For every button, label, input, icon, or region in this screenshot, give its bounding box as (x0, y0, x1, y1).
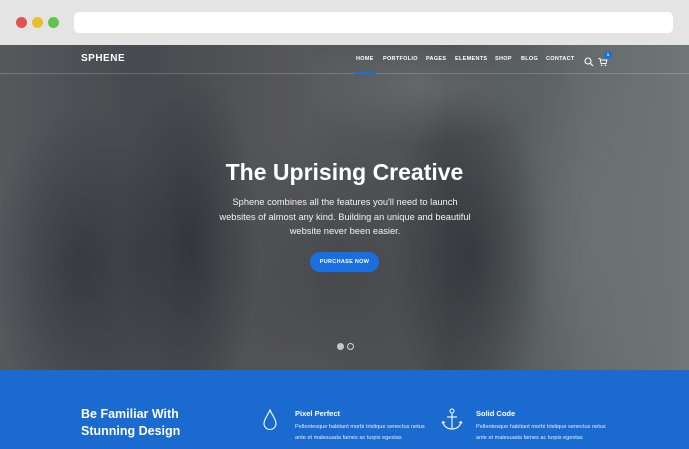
nav-item-portfolio[interactable]: PORTFOLIO (383, 56, 418, 62)
purchase-now-button[interactable]: PURCHASE NOW (310, 252, 379, 272)
feature-text-solid-code: Pellentesque habitant morbi tristique se… (476, 424, 606, 441)
close-window-button[interactable] (16, 17, 27, 28)
search-icon[interactable] (584, 54, 594, 72)
browser-chrome (0, 0, 689, 45)
hero-title: The Uprising Creative (225, 159, 464, 185)
nav-item-elements[interactable]: ELEMENTS (455, 56, 487, 62)
slider-dot-2[interactable] (347, 343, 354, 350)
nav-item-contact[interactable]: CONTACT (546, 56, 575, 62)
cart-count-badge: 1 (604, 51, 612, 59)
site-logo[interactable]: SPHENE (81, 53, 125, 64)
maximize-window-button[interactable] (48, 17, 59, 28)
drop-icon (262, 408, 278, 436)
feature-title-pixel-perfect: Pixel Perfect (295, 409, 341, 418)
nav-item-home[interactable]: HOME (354, 56, 376, 74)
features-heading: Be Familiar With Stunning Design (81, 407, 181, 438)
feature-title-solid-code: Solid Code (476, 409, 516, 418)
anchor-icon (441, 408, 463, 437)
hero-slider: SPHENE HOME PORTFOLIO PAGES ELEMENTS SHO… (0, 45, 689, 370)
minimize-window-button[interactable] (32, 17, 43, 28)
nav-item-blog[interactable]: BLOG (521, 56, 538, 62)
nav-item-pages[interactable]: PAGES (426, 56, 446, 62)
main-nav: SPHENE HOME PORTFOLIO PAGES ELEMENTS SHO… (0, 45, 689, 74)
address-bar[interactable] (74, 12, 673, 33)
features-section: Be Familiar With Stunning Design Pixel P… (0, 370, 689, 449)
feature-text-pixel-perfect: Pellentesque habitant morbi tristique se… (295, 424, 425, 441)
nav-item-shop[interactable]: SHOP (495, 56, 512, 62)
hero-description: Sphene combines all the features you'll … (219, 197, 471, 236)
slider-dot-1[interactable] (337, 343, 344, 350)
